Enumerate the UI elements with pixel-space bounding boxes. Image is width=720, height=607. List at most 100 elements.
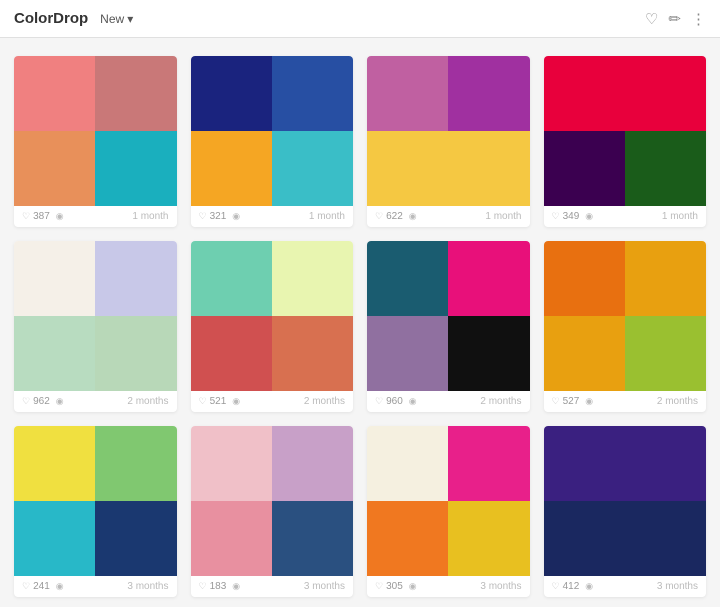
color-swatch <box>367 131 448 206</box>
color-swatch <box>367 501 448 576</box>
time-text: 2 months <box>480 396 521 407</box>
color-swatch <box>544 241 625 316</box>
color-swatch <box>14 56 95 131</box>
color-swatch <box>367 241 448 316</box>
color-swatch <box>272 501 353 576</box>
heart-icon: ♡ <box>199 396 207 407</box>
color-swatch <box>272 316 353 391</box>
color-swatch <box>191 56 272 131</box>
time-text: 2 months <box>127 396 168 407</box>
palette-grid: ♡ 387 ◉ 1 month ♡ 321 ◉ 1 month ♡ 622 ◉ … <box>0 38 720 607</box>
palette-footer-left: ♡ 321 ◉ <box>199 211 241 222</box>
eye-icon: ◉ <box>585 581 593 592</box>
eye-icon: ◉ <box>232 581 240 592</box>
new-button[interactable]: New ▾ <box>100 12 133 26</box>
pencil-icon[interactable]: ✏ <box>668 10 681 28</box>
heart-icon[interactable]: ♡ <box>645 10 658 28</box>
color-swatch <box>14 241 95 316</box>
like-count: ♡ 962 <box>22 396 50 407</box>
palette-card[interactable]: ♡ 622 ◉ 1 month <box>367 56 530 227</box>
like-count: ♡ 527 <box>552 396 580 407</box>
palette-colors <box>191 426 354 576</box>
more-icon[interactable]: ⋮ <box>691 10 706 28</box>
like-number: 241 <box>33 581 50 592</box>
header: ColorDrop New ▾ ♡ ✏ ⋮ <box>0 0 720 38</box>
heart-icon: ♡ <box>552 581 560 592</box>
palette-card[interactable]: ♡ 412 ◉ 3 months <box>544 426 707 597</box>
color-swatch <box>191 426 272 501</box>
color-swatch <box>191 316 272 391</box>
palette-footer-left: ♡ 521 ◉ <box>199 396 241 407</box>
color-swatch <box>448 501 529 576</box>
like-number: 349 <box>563 211 580 222</box>
logo: ColorDrop <box>14 10 88 27</box>
color-swatch <box>448 56 529 131</box>
time-text: 1 month <box>309 211 345 222</box>
palette-card[interactable]: ♡ 349 ◉ 1 month <box>544 56 707 227</box>
palette-colors <box>191 56 354 206</box>
eye-icon: ◉ <box>585 396 593 407</box>
like-count: ♡ 241 <box>22 581 50 592</box>
palette-footer-left: ♡ 527 ◉ <box>552 396 594 407</box>
like-number: 387 <box>33 211 50 222</box>
color-swatch <box>625 131 706 206</box>
color-swatch <box>367 316 448 391</box>
palette-footer: ♡ 962 ◉ 2 months <box>14 391 177 412</box>
like-count: ♡ 521 <box>199 396 227 407</box>
palette-card[interactable]: ♡ 241 ◉ 3 months <box>14 426 177 597</box>
color-swatch <box>95 56 176 131</box>
palette-card[interactable]: ♡ 960 ◉ 2 months <box>367 241 530 412</box>
palette-card[interactable]: ♡ 962 ◉ 2 months <box>14 241 177 412</box>
color-swatch <box>625 316 706 391</box>
heart-icon: ♡ <box>375 396 383 407</box>
palette-footer: ♡ 349 ◉ 1 month <box>544 206 707 227</box>
time-text: 1 month <box>485 211 521 222</box>
eye-icon: ◉ <box>409 396 417 407</box>
like-count: ♡ 412 <box>552 581 580 592</box>
color-swatch <box>95 426 176 501</box>
color-swatch <box>625 56 706 131</box>
heart-icon: ♡ <box>375 581 383 592</box>
color-swatch <box>448 316 529 391</box>
like-number: 962 <box>33 396 50 407</box>
palette-card[interactable]: ♡ 387 ◉ 1 month <box>14 56 177 227</box>
time-text: 3 months <box>480 581 521 592</box>
color-swatch <box>272 241 353 316</box>
palette-colors <box>544 56 707 206</box>
color-swatch <box>448 241 529 316</box>
color-swatch <box>272 426 353 501</box>
heart-icon: ♡ <box>375 211 383 222</box>
eye-icon: ◉ <box>409 581 417 592</box>
palette-footer: ♡ 412 ◉ 3 months <box>544 576 707 597</box>
palette-card[interactable]: ♡ 521 ◉ 2 months <box>191 241 354 412</box>
time-text: 3 months <box>304 581 345 592</box>
heart-icon: ♡ <box>199 581 207 592</box>
like-count: ♡ 305 <box>375 581 403 592</box>
like-count: ♡ 387 <box>22 211 50 222</box>
palette-card[interactable]: ♡ 321 ◉ 1 month <box>191 56 354 227</box>
palette-card[interactable]: ♡ 305 ◉ 3 months <box>367 426 530 597</box>
palette-footer: ♡ 622 ◉ 1 month <box>367 206 530 227</box>
color-swatch <box>272 56 353 131</box>
palette-card[interactable]: ♡ 183 ◉ 3 months <box>191 426 354 597</box>
heart-icon: ♡ <box>552 211 560 222</box>
like-number: 321 <box>210 211 227 222</box>
like-number: 521 <box>210 396 227 407</box>
color-swatch <box>191 131 272 206</box>
color-swatch <box>272 131 353 206</box>
eye-icon: ◉ <box>56 211 64 222</box>
eye-icon: ◉ <box>56 581 64 592</box>
chevron-down-icon: ▾ <box>127 12 133 26</box>
color-swatch <box>544 316 625 391</box>
eye-icon: ◉ <box>585 211 593 222</box>
palette-footer: ♡ 521 ◉ 2 months <box>191 391 354 412</box>
palette-footer-left: ♡ 960 ◉ <box>375 396 417 407</box>
palette-card[interactable]: ♡ 527 ◉ 2 months <box>544 241 707 412</box>
color-swatch <box>367 426 448 501</box>
color-swatch <box>95 316 176 391</box>
time-text: 3 months <box>657 581 698 592</box>
palette-footer-left: ♡ 305 ◉ <box>375 581 417 592</box>
color-swatch <box>14 426 95 501</box>
palette-colors <box>544 241 707 391</box>
color-swatch <box>625 501 706 576</box>
